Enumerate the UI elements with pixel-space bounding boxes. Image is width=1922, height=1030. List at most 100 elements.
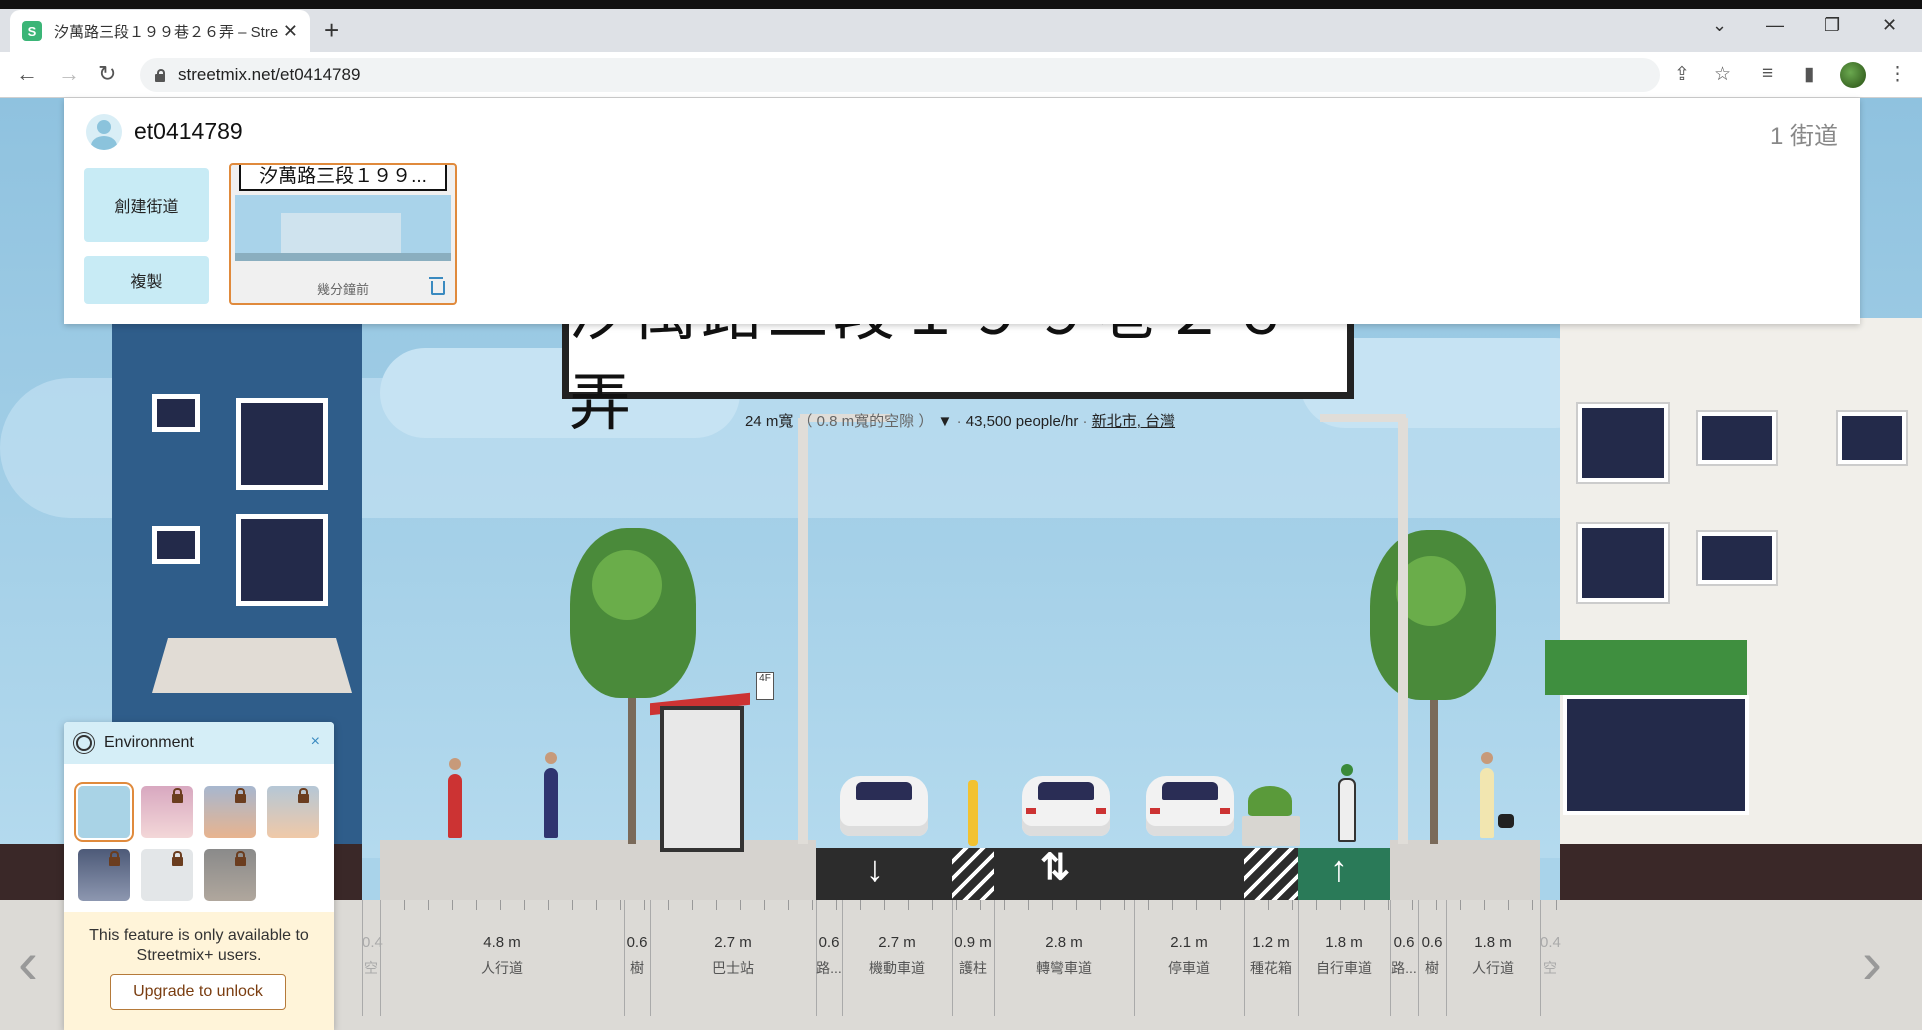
right-sidewalk[interactable] [1390,840,1540,900]
environment-header: Environment × [64,722,334,764]
browser-tab[interactable]: S 汐萬路三段１９９巷２６弄 – Streetmix ✕ [10,10,310,52]
parking-lane[interactable] [1134,848,1244,900]
street-light-right[interactable] [1398,418,1408,844]
reload-icon[interactable]: ↻ [98,61,116,87]
street-width[interactable]: 24 m寬 [745,413,793,430]
segment-label[interactable]: 1.8 m 人行道 [1446,934,1540,978]
share-icon[interactable]: ⇪ [1674,63,1690,86]
planter-flowers [1248,786,1292,816]
lock-icon [235,788,246,803]
environment-title: Environment [104,734,194,751]
gallery-street-name: 汐萬路三段１９９... [239,165,447,191]
environment-swatch[interactable] [78,849,130,901]
segment-label[interactable]: 0.9 m 護柱 [952,934,994,978]
url-text[interactable]: streetmix.net/et0414789 [178,65,360,85]
down-arrow-marking: ↓ [866,848,884,889]
ruler-ticks [380,900,1560,910]
back-icon[interactable]: ← [16,61,38,87]
tab-search-icon[interactable]: ⌄ [1712,15,1727,36]
segment-width: 0.6 [626,934,648,951]
street-light-left[interactable] [798,418,808,844]
segment-label[interactable]: 2.7 m 機動車道 [842,934,952,978]
new-tab-icon[interactable]: + [324,15,339,46]
bus-shelter[interactable] [660,706,744,852]
segment-width: 0.6 [1393,934,1415,951]
segment-label[interactable]: 0.4 空 [362,934,383,978]
segment-label[interactable]: 2.7 m 巴士站 [650,934,816,978]
segment-label[interactable]: 1.8 m 自行車道 [1298,934,1390,978]
close-icon[interactable]: × [311,733,320,751]
environment-swatch[interactable] [141,849,193,901]
trash-icon[interactable] [429,277,445,295]
lock-icon[interactable] [154,68,166,82]
car-turn-lane [1022,776,1110,836]
segment-label[interactable]: 4.8 m 人行道 [380,934,624,978]
tab-title: 汐萬路三段１９９巷２６弄 – Streetmix [54,23,279,41]
tree-leaves [592,550,662,620]
user-avatar[interactable] [86,114,122,150]
segment-width: 2.7 m [714,934,752,951]
segment-width: 0.4 [1540,934,1561,951]
bus-stop-sign: 4F [756,672,774,700]
segment-label[interactable]: 0.6 路... [1390,934,1418,978]
segment-width: 2.7 m [878,934,916,951]
create-street-button[interactable]: 創建街道 [84,168,209,242]
forward-icon[interactable]: → [58,61,80,87]
remaining-width: （ 0.8 m寬的空隙 ） [797,413,934,430]
bollard-buffer[interactable] [952,848,994,900]
environment-swatch[interactable] [267,786,319,838]
segment-name: 轉彎車道 [1036,960,1092,976]
restore-icon[interactable]: ❐ [1824,15,1840,36]
lock-icon [298,788,309,803]
tab-close-icon[interactable]: ✕ [283,21,298,42]
street-thumbnail [235,195,451,261]
segment-label[interactable]: 0.6 樹 [1418,934,1446,978]
planter-buffer[interactable] [1244,848,1298,900]
profile-avatar[interactable] [1840,62,1866,88]
environment-swatch[interactable] [141,786,193,838]
segment-label[interactable]: 2.1 m 停車道 [1134,934,1244,978]
capacity: 43,500 people/hr [965,413,1079,430]
left-sidewalk[interactable] [380,840,816,900]
bookmark-star-icon[interactable]: ☆ [1714,63,1731,86]
segment-label[interactable]: 0.4 空 [1540,934,1561,978]
segment-name: 人行道 [481,960,523,976]
segment-label[interactable]: 1.2 m 種花箱 [1244,934,1298,978]
media-control-icon[interactable]: ≡ [1762,63,1773,85]
browser-menu-icon[interactable]: ⋮ [1888,63,1907,86]
environment-swatch[interactable] [78,786,130,838]
segment-label[interactable]: 0.6 樹 [624,934,650,978]
drive-lane[interactable] [816,848,952,900]
segment-label[interactable]: 0.6 路... [816,934,842,978]
address-bar: ← → ↻ streetmix.net/et0414789 ⇪ ☆ ≡ ▮ ⋮ [0,52,1922,98]
side-panel-icon[interactable]: ▮ [1804,63,1814,86]
lock-icon [172,851,183,866]
lock-icon [172,788,183,803]
url-field[interactable]: streetmix.net/et0414789 [140,58,1660,92]
close-window-icon[interactable]: ✕ [1882,15,1897,36]
window [152,394,200,432]
segment-width: 4.8 m [483,934,521,951]
upgrade-button[interactable]: Upgrade to unlock [110,974,286,1010]
segment-label[interactable]: 2.8 m 轉彎車道 [994,934,1134,978]
environment-swatch[interactable] [204,849,256,901]
gallery-street-modified: 幾分鐘前 [316,282,369,297]
segment-name: 種花箱 [1250,960,1292,976]
copy-street-button[interactable]: 複製 [84,256,209,304]
lock-icon [109,851,120,866]
width-dropdown-icon[interactable]: ▼ [938,413,953,430]
scroll-right-icon[interactable]: › [1862,928,1882,997]
gallery-panel: et0414789 1 街道 創建街道 複製 汐萬路三段１９９... 幾分鐘前 [64,98,1860,324]
gallery-street-item[interactable]: 汐萬路三段１９９... 幾分鐘前 [229,163,457,305]
scroll-left-icon[interactable]: ‹ [18,928,38,997]
segment-name: 停車道 [1168,960,1210,976]
minimize-icon[interactable]: — [1766,15,1784,36]
sun-icon [76,735,92,751]
location-link[interactable]: 新北市, 台灣 [1092,413,1175,430]
segment-width: 0.4 [362,934,383,951]
lock-icon [235,851,246,866]
turn-arrow-marking: ⇅ [1040,846,1071,887]
pedestrian [1480,752,1494,838]
environment-swatch[interactable] [204,786,256,838]
planter-box [1242,816,1300,846]
